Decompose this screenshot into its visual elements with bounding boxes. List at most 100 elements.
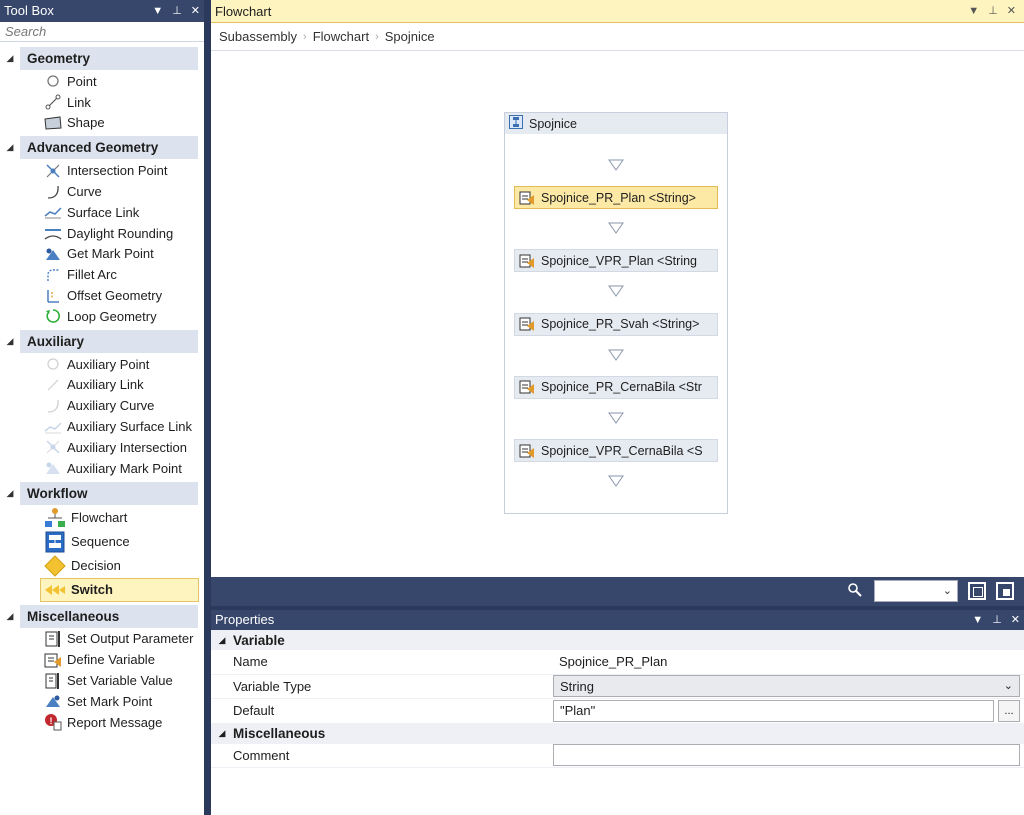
auxiliary-surface-link-icon [44, 419, 62, 435]
flowchart-activity[interactable]: Spojnice_VPR_CernaBila <S [514, 439, 718, 463]
close-icon[interactable]: ✕ [1011, 610, 1020, 630]
toolbox-item[interactable]: Decision [0, 554, 204, 578]
pin-icon[interactable]: ⊥ [992, 610, 1002, 630]
close-icon[interactable]: ✕ [1007, 0, 1016, 23]
magnifier-icon[interactable] [847, 582, 865, 600]
overview-map-icon[interactable] [996, 582, 1014, 600]
toolbox-item[interactable]: Get Mark Point [0, 244, 204, 265]
toolbox-item[interactable]: Auxiliary Mark Point [0, 458, 204, 479]
flowchart-canvas[interactable]: Spojnice Spojnice_PR_Plan <String> Spojni… [211, 52, 1024, 577]
toolbox-item-label: Fillet Arc [67, 267, 117, 283]
dropdown-arrow-icon[interactable]: ▼ [972, 610, 983, 630]
toolbox-group-header[interactable]: ◢ Auxiliary [0, 329, 204, 354]
toolbox-item-label: Shape [67, 115, 105, 131]
toolbox-item[interactable]: Set Output Parameter [0, 629, 204, 650]
offset-geometry-icon [44, 288, 62, 304]
toolbox-search-input[interactable]: Search [0, 22, 204, 42]
comment-input[interactable] [553, 744, 1020, 767]
toolbox-item[interactable]: Set Mark Point [0, 691, 204, 712]
surface-link-icon [44, 204, 62, 220]
property-category[interactable]: ◢ Miscellaneous [211, 723, 1024, 744]
dropdown-arrow-icon[interactable]: ▼ [152, 0, 163, 22]
daylight-rounding-icon [44, 225, 62, 241]
toolbox-item[interactable]: Surface Link [0, 202, 204, 223]
toolbox-item-label: Auxiliary Curve [67, 398, 155, 414]
variable-type-select[interactable]: String ⌄ [553, 675, 1020, 698]
toolbox-item[interactable]: Set Variable Value [0, 670, 204, 691]
toolbox-item[interactable]: Intersection Point [0, 160, 204, 181]
pin-icon[interactable]: ⊥ [172, 0, 182, 22]
toolbox-item[interactable]: Sequence [0, 530, 204, 554]
toolbox-item[interactable]: Point [0, 71, 204, 92]
collapse-triangle-icon[interactable]: ◢ [0, 488, 20, 499]
breadcrumb-item-subassembly[interactable]: Subassembly [219, 23, 297, 50]
default-value-input[interactable]: "Plan" [553, 699, 994, 722]
dropdown-arrow-icon[interactable]: ▼ [968, 0, 979, 23]
toolbox-item[interactable]: Switch [40, 577, 199, 602]
toolbox-item[interactable]: Auxiliary Curve [0, 395, 204, 416]
auxiliary-link-icon [44, 377, 62, 393]
toolbox-item[interactable]: Auxiliary Intersection [0, 437, 204, 458]
properties-title: Properties [215, 612, 275, 627]
toolbox-item[interactable]: Offset Geometry [0, 285, 204, 306]
collapse-triangle-icon[interactable]: ◢ [0, 142, 20, 153]
decision-icon [44, 554, 66, 577]
flowchart-activity[interactable]: Spojnice_PR_Plan <String> [514, 186, 718, 209]
collapse-triangle-icon[interactable]: ◢ [0, 336, 20, 347]
toolbox-item[interactable]: Auxiliary Point [0, 354, 204, 375]
toolbox-item[interactable]: ! Report Message [0, 712, 204, 733]
toolbox-item-label: Loop Geometry [67, 308, 157, 324]
toolbox-item[interactable]: Daylight Rounding [0, 223, 204, 244]
toolbox-group-header[interactable]: ◢ Miscellaneous [0, 604, 204, 629]
property-category[interactable]: ◢ Variable [211, 630, 1024, 650]
toolbox-group-header[interactable]: ◢ Workflow [0, 481, 204, 506]
toolbox-item[interactable]: Loop Geometry [0, 306, 204, 327]
flowchart-container-header[interactable]: Spojnice [505, 113, 727, 134]
toolbox-item[interactable]: Fillet Arc [0, 264, 204, 285]
zoom-select[interactable]: ⌄ [874, 580, 958, 602]
define-variable-icon [519, 253, 535, 269]
property-grid: ◢ Variable Name Spojnice_PR_Plan Variable Ty… [211, 630, 1024, 768]
svg-text:!: ! [50, 716, 53, 726]
toolbox-group-label: Advanced Geometry [20, 136, 198, 160]
collapse-triangle-icon[interactable]: ◢ [0, 611, 20, 622]
set-output-parameter-icon [44, 630, 62, 647]
collapse-triangle-icon[interactable]: ◢ [211, 728, 233, 739]
toolbox-item-label: Link [67, 94, 91, 110]
flowchart-activity[interactable]: Spojnice_PR_CernaBila <Str [514, 375, 718, 399]
collapse-triangle-icon[interactable]: ◢ [0, 53, 20, 64]
get-mark-point-icon [44, 246, 62, 262]
breadcrumb-item-spojnice[interactable]: Spojnice [385, 23, 435, 50]
auxiliary-point-icon [44, 356, 62, 372]
toolbox-group-header[interactable]: ◢ Geometry [0, 46, 204, 71]
toolbox-item[interactable]: Link [0, 92, 204, 113]
flowchart-activity[interactable]: Spojnice_PR_Svah <String> [514, 312, 718, 336]
pin-icon[interactable]: ⊥ [988, 0, 998, 23]
loop-geometry-icon [44, 308, 62, 324]
chevron-down-icon: ⌄ [942, 585, 952, 597]
toolbox-item[interactable]: Curve [0, 181, 204, 202]
toolbox-group-label: Auxiliary [20, 329, 198, 353]
fit-to-screen-icon[interactable] [968, 582, 986, 600]
point-icon [44, 73, 62, 89]
collapse-triangle-icon[interactable]: ◢ [211, 635, 233, 646]
toolbox-group-header[interactable]: ◢ Advanced Geometry [0, 135, 204, 160]
flowchart-activity[interactable]: Spojnice_VPR_Plan <String [514, 249, 718, 273]
ellipsis-button[interactable]: ... [998, 699, 1020, 722]
close-icon[interactable]: ✕ [191, 0, 200, 22]
activity-label: Spojnice_VPR_Plan <String [541, 253, 697, 268]
toolbox-item[interactable]: Shape [0, 113, 204, 134]
property-value[interactable]: Spojnice_PR_Plan [553, 650, 1024, 674]
define-variable-icon [519, 190, 535, 206]
flow-connector-arrow-icon [608, 159, 624, 171]
toolbox-item[interactable]: Auxiliary Surface Link [0, 416, 204, 437]
flowchart-container[interactable]: Spojnice Spojnice_PR_Plan <String> Spojni… [504, 112, 728, 514]
breadcrumb-item-flowchart[interactable]: Flowchart [313, 23, 369, 50]
toolbox-item-label: Auxiliary Intersection [67, 439, 187, 455]
auxiliary-mark-point-icon [44, 460, 62, 476]
document-tab[interactable]: Flowchart ▼ ⊥ ✕ [211, 0, 1024, 23]
property-name: Name [233, 654, 268, 670]
toolbox-item[interactable]: Define Variable [0, 649, 204, 670]
toolbox-item[interactable]: Flowchart [0, 506, 204, 530]
toolbox-item[interactable]: Auxiliary Link [0, 375, 204, 396]
